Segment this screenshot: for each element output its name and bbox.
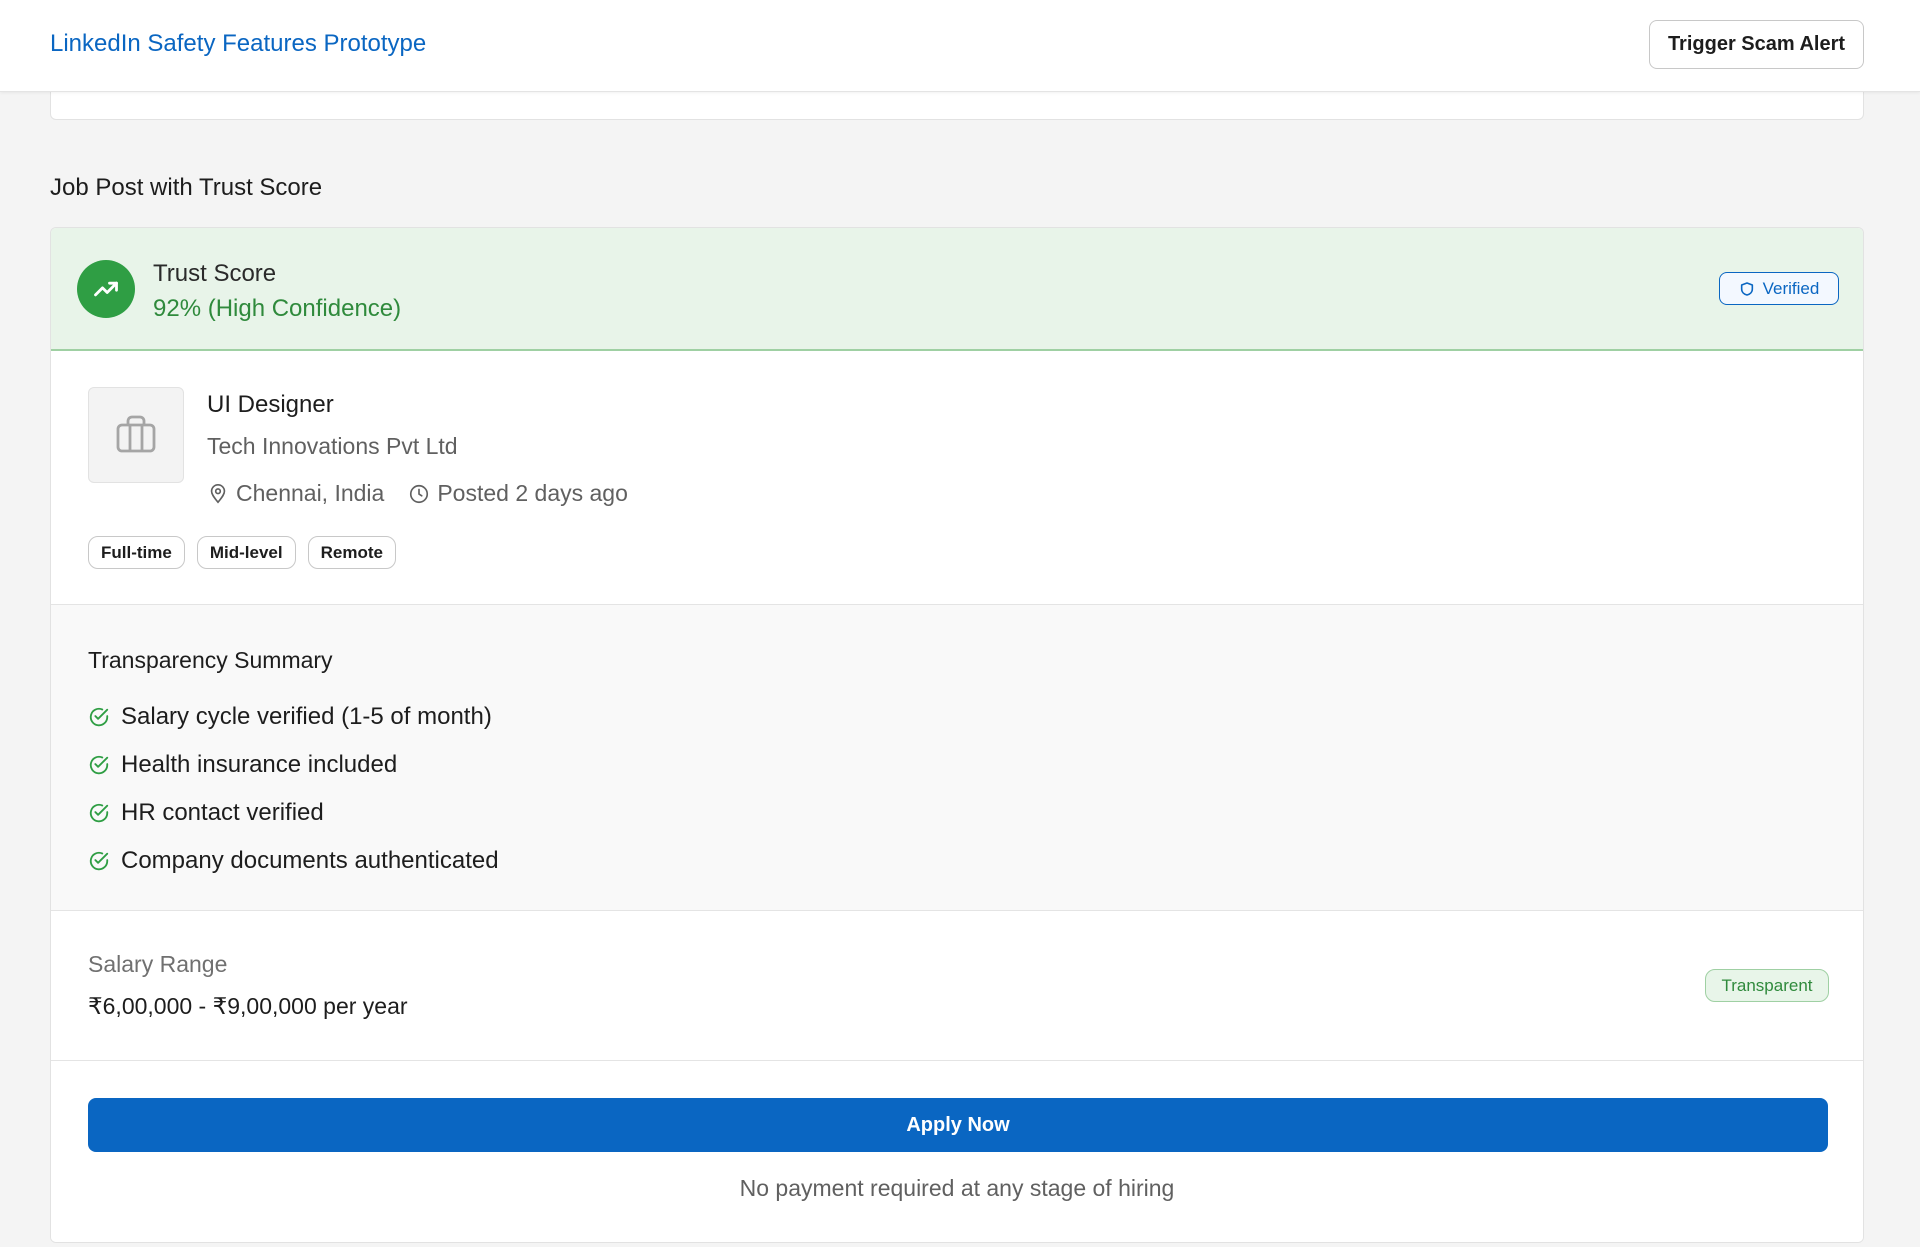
clock-icon: [410, 484, 429, 503]
trust-score-value: 92% (High Confidence): [153, 295, 402, 322]
app-title[interactable]: LinkedIn Safety Features Prototype: [50, 30, 426, 58]
job-tags: Full-time Mid-level Remote: [88, 536, 396, 569]
salary-label: Salary Range: [88, 951, 228, 977]
location-text: Chennai, India: [236, 480, 385, 506]
job-info-section: UI Designer Tech Innovations Pvt Ltd Che…: [51, 351, 1863, 605]
list-item-text: Salary cycle verified (1-5 of month): [121, 703, 492, 730]
verified-badge-label: Verified: [1762, 278, 1820, 298]
job-meta: Chennai, India Posted 2 days ago: [207, 480, 652, 507]
app-header: LinkedIn Safety Features Prototype Trigg…: [0, 0, 1920, 92]
location-pin-icon: [210, 483, 226, 504]
job-title[interactable]: UI Designer: [207, 391, 334, 419]
tag-full-time: Full-time: [88, 536, 185, 569]
salary-value: ₹6,00,000 - ₹9,00,000 per year: [88, 993, 408, 1019]
list-item-text: Health insurance included: [121, 751, 398, 778]
check-circle-icon: [89, 707, 109, 727]
list-item: HR contact verified: [88, 789, 499, 837]
trigger-scam-alert-button[interactable]: Trigger Scam Alert: [1649, 20, 1864, 69]
job-post-card: Trust Score 92% (High Confidence) Verifi…: [50, 227, 1864, 1243]
check-circle-icon: [89, 851, 109, 871]
list-item: Health insurance included: [88, 741, 499, 789]
apply-now-button[interactable]: Apply Now: [88, 1098, 1828, 1152]
salary-section: Salary Range ₹6,00,000 - ₹9,00,000 per y…: [51, 911, 1863, 1061]
list-item-text: Company documents authenticated: [121, 847, 499, 874]
company-name[interactable]: Tech Innovations Pvt Ltd: [207, 433, 458, 460]
transparency-summary: Transparency Summary Salary cycle verifi…: [51, 605, 1863, 911]
section-title: Job Post with Trust Score: [50, 174, 323, 201]
trust-score-label: Trust Score: [153, 260, 277, 287]
company-logo: [88, 387, 184, 483]
check-circle-icon: [89, 755, 109, 775]
transparency-list: Salary cycle verified (1-5 of month) Hea…: [88, 693, 499, 885]
tag-mid-level: Mid-level: [196, 536, 296, 569]
check-circle-icon: [89, 803, 109, 823]
verified-badge: Verified: [1719, 272, 1839, 305]
posted-text: Posted 2 days ago: [437, 480, 628, 506]
transparency-title: Transparency Summary: [88, 647, 333, 673]
location: Chennai, India: [207, 480, 384, 507]
briefcase-icon: [116, 415, 156, 453]
list-item-text: HR contact verified: [121, 799, 324, 826]
shield-icon: [1740, 281, 1753, 296]
payment-note: No payment required at any stage of hiri…: [739, 1175, 1175, 1201]
trust-score-band: Trust Score 92% (High Confidence) Verifi…: [51, 228, 1863, 351]
tag-remote: Remote: [307, 536, 396, 569]
list-item: Salary cycle verified (1-5 of month): [88, 693, 499, 741]
transparent-badge: Transparent: [1705, 969, 1829, 1002]
list-item: Company documents authenticated: [88, 837, 499, 885]
apply-section: Apply Now No payment required at any sta…: [51, 1061, 1863, 1242]
posted-date: Posted 2 days ago: [408, 480, 628, 507]
trending-up-icon: [77, 260, 135, 318]
